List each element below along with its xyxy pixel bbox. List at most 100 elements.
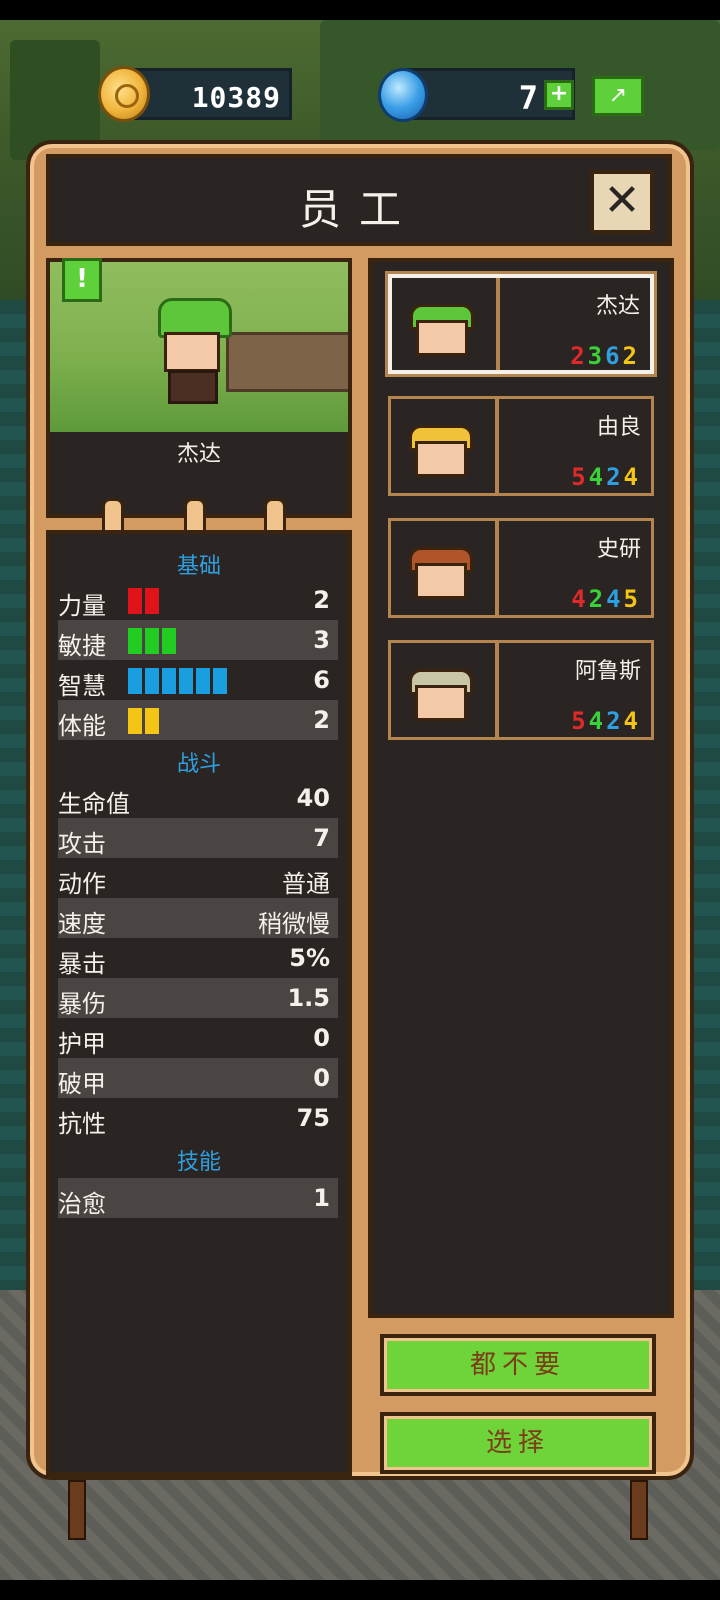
stat-bar-segment [145,628,159,654]
stat-bar-segment [128,628,142,654]
employee-card[interactable]: 阿鲁斯 5424 [388,640,654,740]
employee-stats: 2362 [570,342,640,370]
skill-value: 1 [313,1184,330,1212]
stat-bar-segment [145,668,159,694]
stat-row-armor: 护甲 0 [58,1018,338,1058]
stat-value: 75 [296,1104,330,1132]
section-basic-title: 基础 [176,554,221,579]
stat-label: 暴击 [58,950,106,978]
employee-name: 由良 [596,415,641,440]
stat-bar-segment [128,668,142,694]
dialog-title: 员工 [298,185,419,234]
stat-row-strength: 力量 2 [58,580,338,620]
close-button[interactable]: ✕ [590,170,654,234]
gold-coin-icon [98,66,150,122]
rock-wall [226,332,348,392]
dialog-title-bar: 员工 [46,154,672,246]
stat-bar-segment [128,588,142,614]
stat-bar [128,588,162,614]
stat-bar-segment [145,708,159,734]
employee-name: 阿鲁斯 [574,659,641,684]
add-gems-button[interactable]: + [544,80,574,110]
stat-value: 5% [289,944,330,972]
stat-value: 0 [313,1024,330,1052]
status-bar-strip [0,0,720,20]
share-button[interactable]: ↗ [592,76,644,116]
stat-value: 40 [296,784,330,812]
stat-bar-segment [128,708,142,734]
stat-row-crit-damage: 暴伤 1.5 [58,978,338,1018]
stat-bar-segment [162,668,176,694]
stat-row-hp: 生命值 40 [58,778,338,818]
skill-label: 治愈 [58,1190,106,1218]
skill-row-heal: 治愈 1 [58,1178,338,1218]
dialog-post-left [68,1480,86,1540]
stat-value: 1.5 [287,984,330,1012]
hero-sprite [150,298,240,408]
employee-name: 杰达 [595,294,640,319]
stat-bar-segment [145,588,159,614]
blue-gem-icon [378,68,428,122]
nav-bar-strip [0,1580,720,1600]
stat-row-armor-pierce: 破甲 0 [58,1058,338,1098]
dialog-post-right [630,1480,648,1540]
stat-bar-segment [162,628,176,654]
reject-all-button[interactable]: 都不要 [380,1334,656,1396]
employee-avatar [406,298,476,358]
stat-bar-segment [196,668,210,694]
employee-stats: 4245 [571,585,641,613]
alert-badge[interactable]: ! [62,258,102,302]
stat-label: 体能 [58,712,106,740]
stat-row-agility: 敏捷 3 [58,620,338,660]
employee-avatar [405,419,475,479]
stat-label: 攻击 [58,830,106,858]
coin-amount: 10389 [191,81,281,114]
stat-label: 抗性 [58,1110,106,1138]
close-icon: ✕ [603,175,641,226]
employee-name: 史研 [596,537,641,562]
employee-stats: 5424 [571,707,641,735]
stat-value: 6 [313,666,330,694]
stat-row-resistance: 抗性 75 [58,1098,338,1138]
stat-bar-segment [213,668,227,694]
stat-bar [128,668,230,694]
stat-value: 普通 [282,870,330,898]
stat-row-stamina: 体能 2 [58,700,338,740]
employee-avatar [405,541,475,601]
employee-stats: 5424 [571,463,641,491]
stat-label: 敏捷 [58,632,106,660]
stat-value: 2 [313,586,330,614]
selected-hero-name: 杰达 [176,442,221,467]
stat-label: 破甲 [58,1070,106,1098]
stat-value: 0 [313,1064,330,1092]
stat-label: 护甲 [58,1030,106,1058]
stat-label: 暴伤 [58,990,106,1018]
stat-row-attack: 攻击 7 [58,818,338,858]
employee-card[interactable]: 杰达 2362 [388,274,654,374]
stat-row-wisdom: 智慧 6 [58,660,338,700]
stat-bar [128,708,162,734]
stat-value: 稍微慢 [258,910,330,938]
share-icon: ↗ [608,83,628,108]
employee-card[interactable]: 史研 4245 [388,518,654,618]
stat-row-action: 动作 普通 [58,858,338,898]
stat-label: 生命值 [58,790,130,818]
employee-avatar [405,663,475,723]
stat-label: 速度 [58,910,106,938]
stat-label: 力量 [58,592,106,620]
stat-label: 智慧 [58,672,106,700]
section-skills-title: 技能 [176,1150,221,1175]
stat-value: 2 [313,706,330,734]
section-combat-title: 战斗 [176,752,221,777]
stat-row-crit: 暴击 5% [58,938,338,978]
stat-bar [128,628,179,654]
stat-value: 7 [313,824,330,852]
select-button[interactable]: 选择 [380,1412,656,1474]
stat-label: 动作 [58,870,106,898]
stat-bar-segment [179,668,193,694]
gem-amount: 7 [518,79,538,117]
stat-row-speed: 速度 稍微慢 [58,898,338,938]
plus-icon: + [549,81,569,106]
employee-card[interactable]: 由良 5424 [388,396,654,496]
stat-value: 3 [313,626,330,654]
